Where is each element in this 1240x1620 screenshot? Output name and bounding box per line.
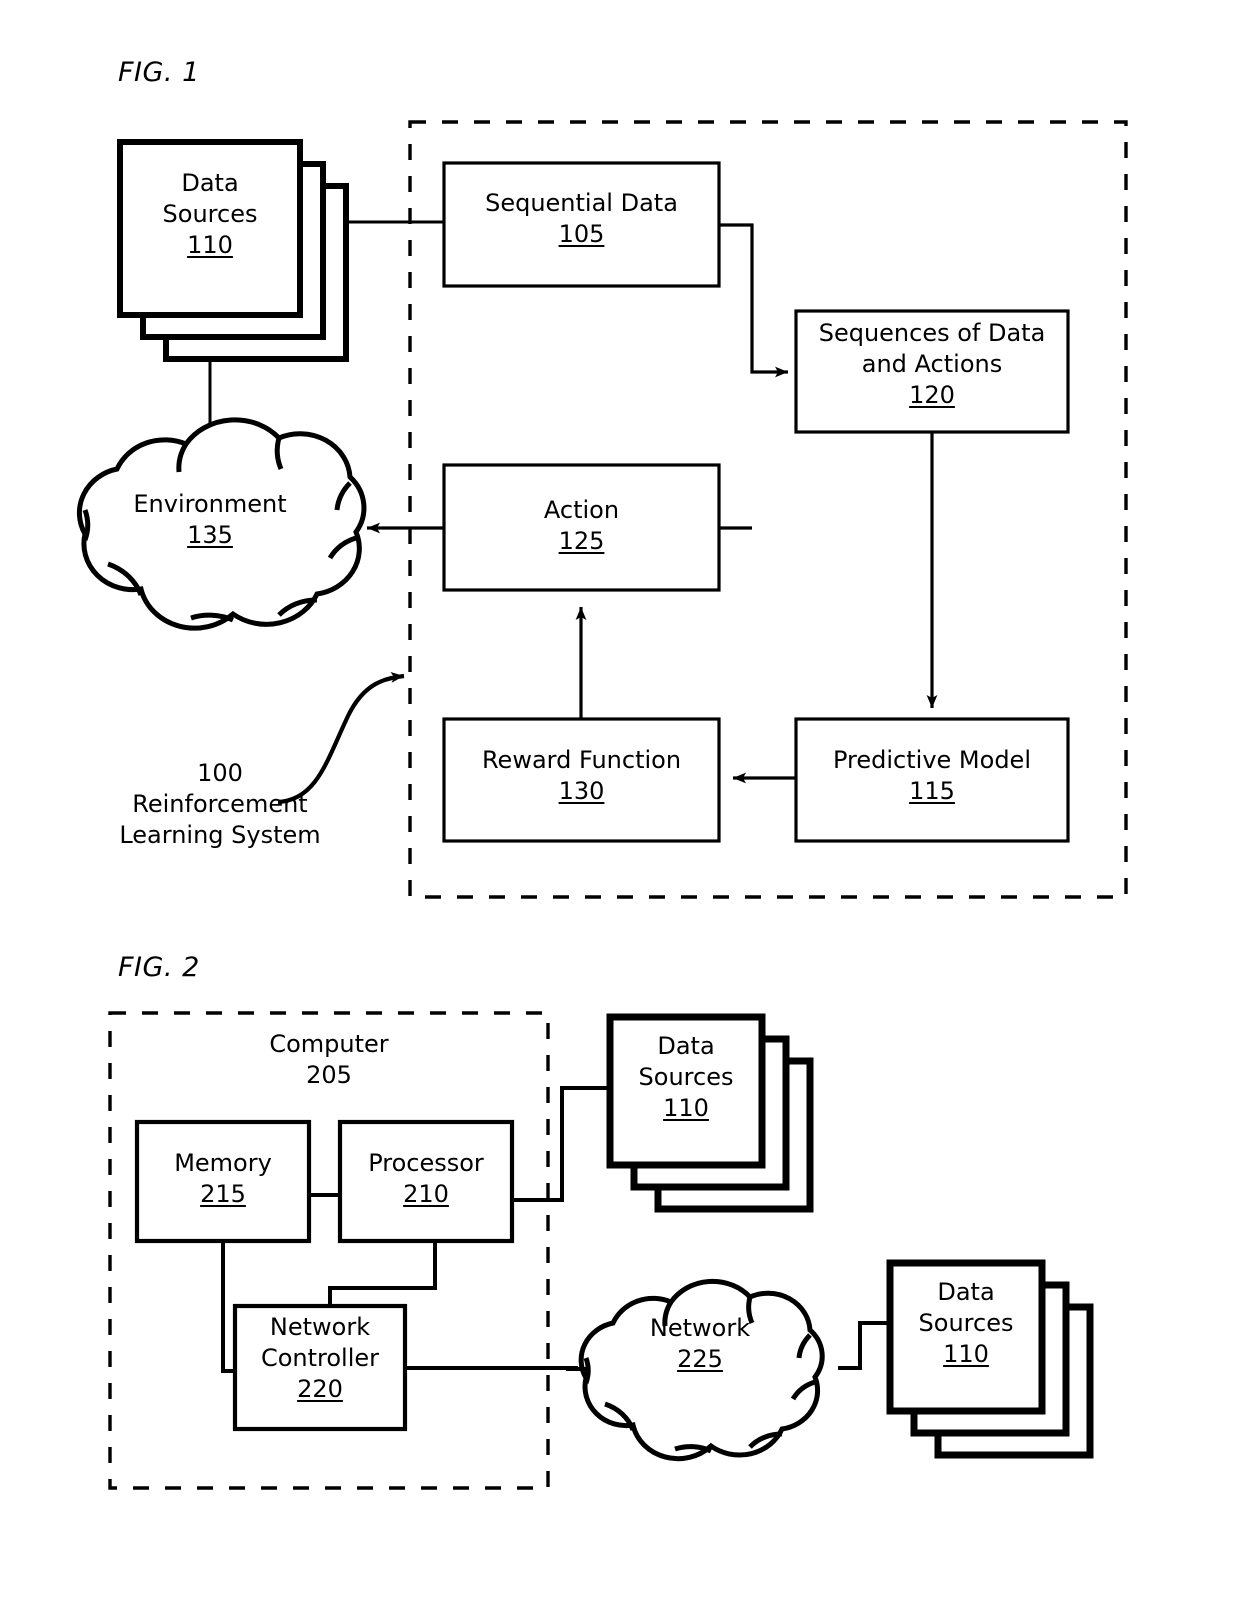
fig1-system-title-line2: Learning System: [119, 821, 321, 849]
fig2-box-memory: [134, 1119, 312, 1244]
fig1-box-sequential-data: [442, 161, 721, 288]
fig1-box-reward-function: [442, 717, 721, 843]
fig1-system-callout: 100 Reinforcement Learning System: [60, 758, 380, 851]
fig2-edge-processor-datasources: [512, 1086, 610, 1202]
fig1-caption: FIG. 1: [118, 57, 200, 88]
fig1-box-predictive-model: [794, 717, 1070, 843]
fig1-system-title-line1: Reinforcement: [132, 790, 308, 818]
fig1-cloud-environment: [76, 417, 367, 631]
figure-sheet: FIG. 1 Data Sources 110 Sequential Data …: [0, 0, 1240, 1620]
fig1-edge-sequentialdata-sequences: [719, 223, 788, 378]
fig2-edge-network-datasources: [838, 1321, 890, 1370]
fig2-ds-bot-front: [886, 1259, 1046, 1415]
fig1-box-sequences: [794, 309, 1070, 434]
fig1-box-action: [442, 463, 721, 592]
fig2-cloud-network: [566, 1278, 825, 1462]
fig1-data-sources-front: [117, 139, 303, 318]
fig2-ds-top-front: [606, 1013, 766, 1169]
fig2-caption: FIG. 2: [118, 952, 200, 983]
fig1-system-number: 100: [197, 759, 243, 787]
fig2-box-network-controller: [232, 1303, 408, 1432]
fig2-box-processor: [337, 1119, 515, 1244]
fig2-edge-processor-networkcontroller: [328, 1241, 437, 1306]
